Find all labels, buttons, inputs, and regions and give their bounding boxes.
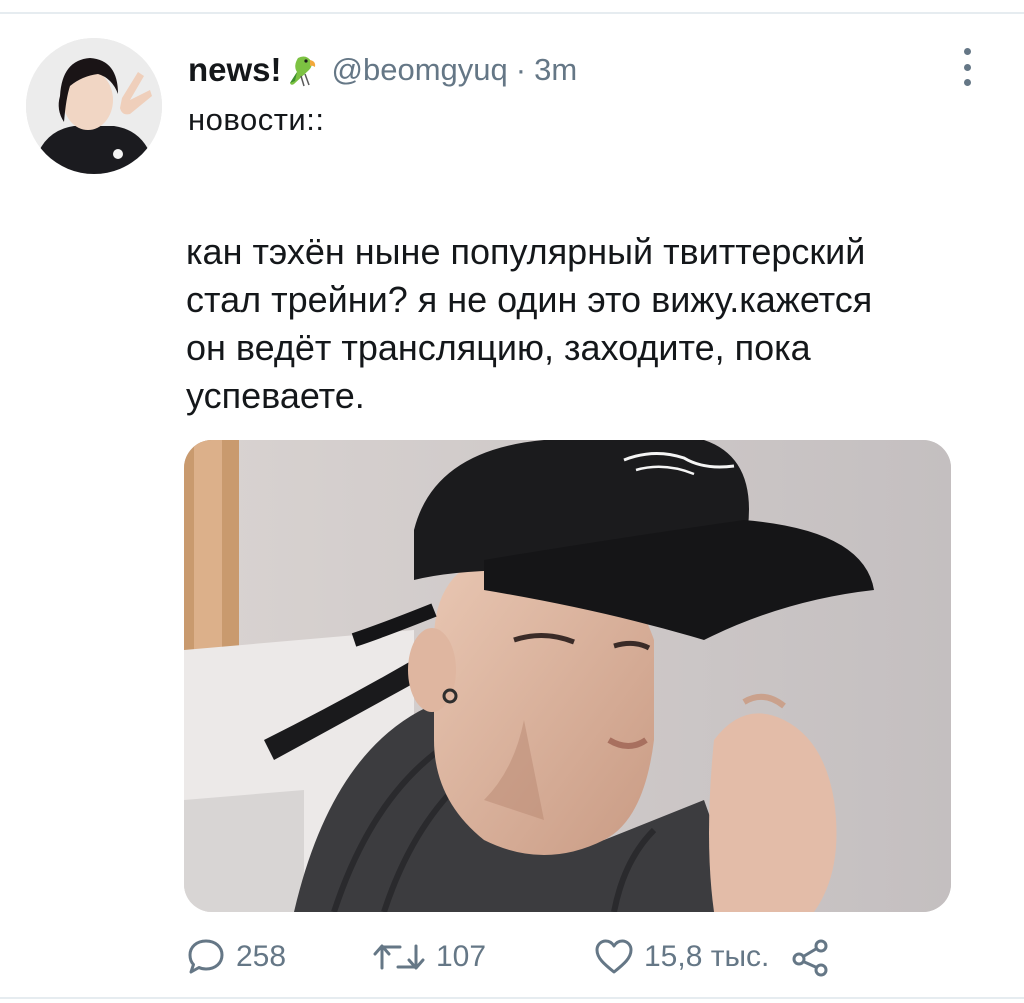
bottom-divider <box>0 997 1024 999</box>
avatar[interactable] <box>26 38 162 174</box>
speech-bubble-icon <box>188 939 224 974</box>
retweet-count: 107 <box>436 940 487 973</box>
like-button[interactable]: 15,8 тыс. <box>594 932 769 982</box>
avatar-image <box>26 38 162 174</box>
reply-button[interactable]: 258 <box>186 932 286 982</box>
retweet-arrows-icon <box>373 944 425 970</box>
name-subline: новости:: <box>188 102 325 137</box>
display-name[interactable]: news! <box>188 51 282 89</box>
heart-icon <box>595 939 633 974</box>
more-options-button[interactable] <box>952 48 982 86</box>
reply-count: 258 <box>236 940 287 973</box>
tweet-header: news! @beomgyuq · 3m <box>188 50 577 90</box>
top-divider <box>0 12 1024 14</box>
photo-image <box>184 440 951 912</box>
user-handle[interactable]: @beomgyuq <box>332 52 508 88</box>
retweet-button[interactable]: 107 <box>372 932 486 982</box>
tweet-time[interactable]: 3m <box>534 52 577 88</box>
separator-dot: · <box>515 52 527 87</box>
tweet-photo[interactable] <box>184 440 951 912</box>
tweet-actions: 258 107 15,8 тыс. <box>186 932 866 982</box>
parrot-icon <box>284 52 322 88</box>
tweet-text: кан тэхён ныне популярный твиттерский ст… <box>186 231 873 416</box>
share-button[interactable] <box>790 932 830 982</box>
share-nodes-icon <box>792 939 828 977</box>
vertical-dots-icon <box>963 48 971 55</box>
like-count: 15,8 тыс. <box>644 940 770 973</box>
